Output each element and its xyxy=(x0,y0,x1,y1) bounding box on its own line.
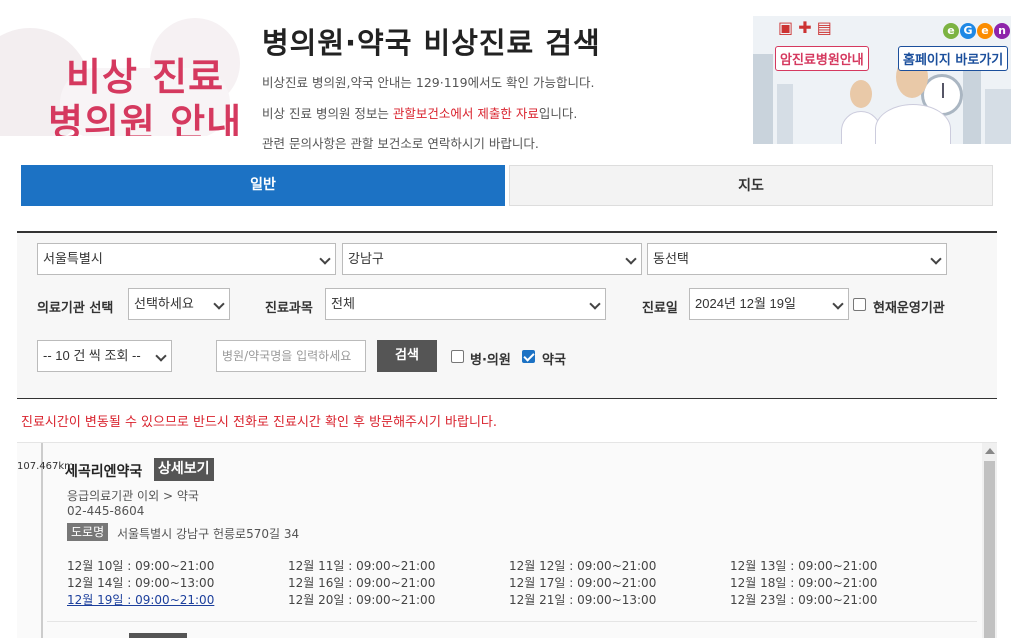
results-list: 107.467km 세곡리엔약국 상세보기 응급의료기관 이외 > 약국 02-… xyxy=(17,442,997,638)
scroll-up-arrow-icon[interactable] xyxy=(985,448,995,454)
district-select[interactable]: 강남구 xyxy=(342,243,642,275)
next-detail-button[interactable] xyxy=(129,633,187,638)
hospital-icons: ▣ ✚ ▤ xyxy=(778,18,832,37)
info-line-2: 비상 진료 병의원 정보는 관할보건소에서 제출한 자료입니다. xyxy=(262,106,578,121)
chevron-down-icon xyxy=(213,298,225,310)
facility-label: 의료기관 선택 xyxy=(37,301,114,316)
page-header: 비상 진료 병의원 안내 병의원·약국 비상진료 검색 비상진료 병의원,약국 … xyxy=(0,0,1018,160)
pharmacy-checkbox[interactable] xyxy=(522,350,535,363)
page-size-select[interactable]: -- 10 건 씩 조회 -- xyxy=(37,340,172,372)
info-highlight: 관할보건소에서 제출한 자료 xyxy=(392,106,539,121)
notice-text: 진료시간이 변동될 수 있으므로 반드시 전화로 진료시간 확인 후 방문해주시… xyxy=(21,415,498,430)
eum-logo: eGen xyxy=(943,19,1011,39)
schedule-item: 12월 16일 : 09:00~21:00 xyxy=(288,576,436,590)
subject-select[interactable]: 전체 xyxy=(325,288,606,320)
chevron-down-icon xyxy=(319,253,331,265)
road-address-badge: 도로명 xyxy=(67,523,109,541)
schedule-today[interactable]: 12월 19일 : 09:00~21:00 xyxy=(67,591,214,608)
logo-line-2: 병의원 안내 xyxy=(48,101,243,136)
pharmacy-label: 약국 xyxy=(542,353,566,368)
chevron-down-icon xyxy=(930,253,942,265)
facility-select[interactable]: 선택하세요 xyxy=(128,288,230,320)
schedule-item: 12월 14일 : 09:00~13:00 xyxy=(67,576,215,590)
search-button[interactable]: 검색 xyxy=(377,340,437,372)
schedule-item: 12월 13일 : 09:00~21:00 xyxy=(730,559,878,573)
hospital-label: 병·의원 xyxy=(470,353,511,368)
date-label: 진료일 xyxy=(642,301,678,316)
page-title: 병의원·약국 비상진료 검색 xyxy=(262,26,601,60)
detail-button[interactable]: 상세보기 xyxy=(154,458,214,481)
schedule-item: 12월 23일 : 09:00~21:00 xyxy=(730,593,878,607)
dong-select[interactable]: 동선택 xyxy=(647,243,947,275)
schedule-item: 12월 11일 : 09:00~21:00 xyxy=(288,559,436,573)
search-panel: 서울특별시 강남구 동선택 의료기관 선택 선택하세요 진료과목 전체 진료일 … xyxy=(17,231,997,399)
schedule-item: 12월 21일 : 09:00~13:00 xyxy=(509,593,657,607)
info-line-1: 비상진료 병의원,약국 안내는 129·119에서도 확인 가능합니다. xyxy=(262,75,595,90)
scrollbar-thumb[interactable] xyxy=(984,461,995,638)
info-line-3: 관련 문의사항은 관할 보건소로 연락하시기 바랍니다. xyxy=(262,136,539,151)
cancer-hospital-link[interactable]: 암진료병원안내 xyxy=(775,46,869,71)
hospital-checkbox[interactable] xyxy=(451,350,464,363)
result-address: 서울특별시 강남구 헌릉로570길 34 xyxy=(117,527,300,541)
date-select[interactable]: 2024년 12월 19일 xyxy=(689,288,849,320)
result-phone: 02-445-8604 xyxy=(67,504,145,518)
tab-map[interactable]: 지도 xyxy=(509,165,993,206)
keyword-input[interactable]: 병원/약국명을 입력하세요 xyxy=(216,340,366,372)
tab-general[interactable]: 일반 xyxy=(21,165,505,206)
operating-label: 현재운영기관 xyxy=(873,301,945,316)
schedule-item: 12월 18일 : 09:00~21:00 xyxy=(730,576,878,590)
chevron-down-icon xyxy=(625,253,637,265)
operating-checkbox[interactable] xyxy=(853,298,866,311)
promo-banner: ▣ ✚ ▤ eGen 암진료병원안내 홈페이지 바로가기 xyxy=(753,16,1011,144)
schedule-item: 12월 17일 : 09:00~21:00 xyxy=(509,576,657,590)
city-select[interactable]: 서울특별시 xyxy=(37,243,336,275)
emergency-logo: 비상 진료 병의원 안내 xyxy=(0,18,247,136)
schedule-item: 12월 12일 : 09:00~21:00 xyxy=(509,559,657,573)
schedule-item: 12월 10일 : 09:00~21:00 xyxy=(67,559,215,573)
subject-label: 진료과목 xyxy=(265,301,313,316)
homepage-link[interactable]: 홈페이지 바로가기 xyxy=(898,46,1009,71)
result-name: 세곡리엔약국 xyxy=(65,464,143,480)
result-category: 응급의료기관 이외 > 약국 xyxy=(67,489,199,503)
chevron-down-icon xyxy=(589,298,601,310)
schedule-item: 12월 20일 : 09:00~21:00 xyxy=(288,593,436,607)
chevron-down-icon xyxy=(832,298,844,310)
chevron-down-icon xyxy=(155,350,167,362)
